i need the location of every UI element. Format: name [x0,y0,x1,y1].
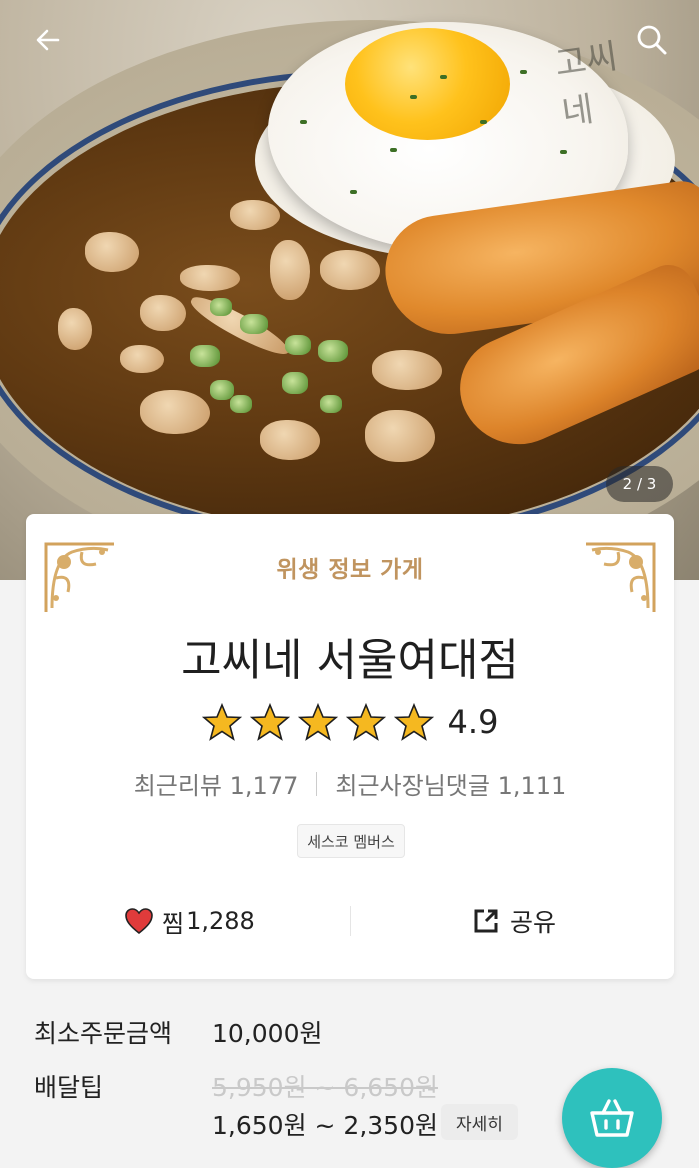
back-button[interactable] [28,20,68,60]
hero-food-image[interactable]: 고씨네 2 / 3 [0,0,699,580]
herb [480,120,487,124]
food-chunk [180,265,240,291]
owner-replies-link[interactable]: 최근사장님댓글 1,111 [335,766,566,801]
green-onion [282,372,308,394]
delivery-tip-new: 1,650원 ~ 2,350원 [212,1111,438,1140]
search-button[interactable] [632,20,672,60]
green-onion [320,395,342,413]
recent-reviews-count: 1,177 [229,772,299,800]
herb [300,120,307,124]
recent-reviews-link[interactable]: 최근리뷰 1,177 [134,766,299,801]
back-arrow-icon [36,29,60,51]
image-pager: 2 / 3 [606,466,673,502]
store-info-card: 위생 정보 가게 고씨네 서울여대점 4.9 최근리뷰 1,177 최근사장님댓… [26,514,674,979]
like-count: 1,288 [186,907,255,935]
green-onion [285,335,311,355]
share-button[interactable]: 공유 [472,899,556,943]
food-chunk [365,410,435,462]
hygiene-label[interactable]: 위생 정보 가게 [26,550,674,584]
food-chunk [140,295,186,331]
delivery-detail-button[interactable]: 자세히 [441,1104,518,1140]
rating-value: 4.9 [447,703,499,741]
divider [316,771,318,796]
star-icon [249,702,290,741]
food-chunk [260,420,320,460]
photo-logo-watermark: 고씨네 [552,36,621,134]
green-onion [318,340,348,362]
share-label: 공유 [510,908,557,937]
herb [410,95,417,99]
owner-replies-label: 최근사장님댓글 [335,772,490,800]
green-onion [190,345,220,367]
food-chunk [140,390,210,434]
food-chunk [85,232,139,272]
min-order-label: 최소주문금액 [34,1019,173,1048]
min-order-value: 10,000원 [212,1019,323,1048]
basket-icon [590,1099,634,1137]
food-chunk [120,345,164,373]
green-onion [230,395,252,413]
food-chunk [58,308,92,350]
green-onion [240,314,268,334]
herb [520,70,527,74]
herb [390,148,397,152]
food-chunk [372,350,442,390]
rating-row: 4.9 [26,702,674,742]
heart-icon [125,908,153,935]
recent-reviews-label: 최근리뷰 [133,772,223,800]
divider [350,906,351,936]
food-chunk [270,240,310,300]
search-icon [637,25,667,55]
star-icon [297,702,338,741]
delivery-tip-old: 5,950원 ~ 6,650원 [212,1073,438,1102]
owner-replies-count: 1,111 [497,772,567,800]
herb [440,75,447,79]
cart-button[interactable] [562,1068,662,1168]
share-icon [474,909,498,933]
like-button[interactable]: 찜 1,288 [124,899,255,943]
star-icon [393,702,434,741]
star-icon [201,702,242,741]
green-onion [210,380,234,400]
member-badge: 세스코 멤버스 [297,824,405,858]
green-onion [210,298,232,316]
store-name: 고씨네 서울여대점 [181,635,519,686]
like-label: 찜 [162,909,185,938]
delivery-tip-label: 배달팁 [34,1073,104,1102]
food-chunk [320,250,380,290]
food-chunk [230,200,280,230]
star-icon [345,702,386,741]
herb [560,150,567,154]
herb [350,190,357,194]
review-stats: 최근리뷰 1,177 최근사장님댓글 1,111 [26,766,674,801]
